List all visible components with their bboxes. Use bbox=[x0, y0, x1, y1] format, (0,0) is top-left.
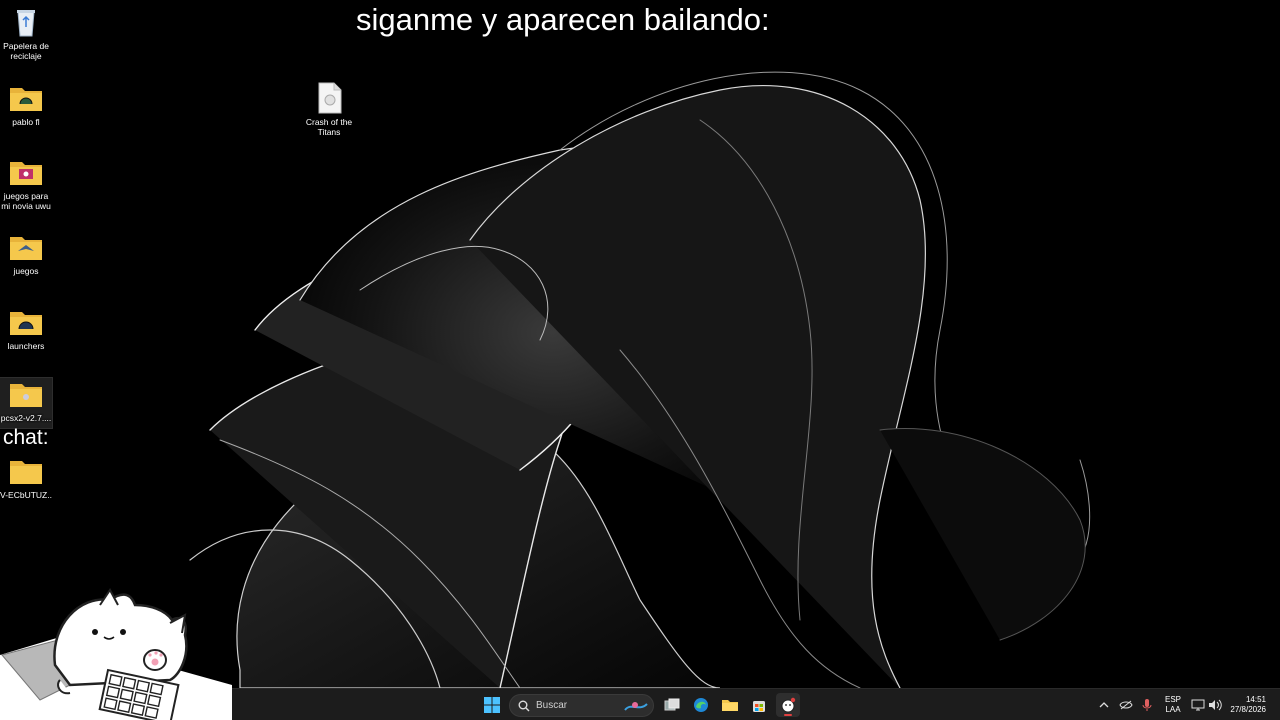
eye-off-icon bbox=[1119, 700, 1133, 710]
desktop-icon-label: juegos para mi novia uwu bbox=[1, 191, 51, 211]
show-hidden-icons-button[interactable] bbox=[1096, 693, 1112, 717]
bongo-app-icon bbox=[781, 697, 796, 713]
desktop-icon-pcsx2[interactable]: pcsx2-v2.7.... bbox=[0, 377, 53, 429]
task-view-button[interactable] bbox=[660, 693, 684, 717]
desktop-icon-pablo-fl[interactable]: pablo fl bbox=[0, 82, 52, 127]
keyboard-layout-code: LAA bbox=[1165, 705, 1181, 714]
store-button[interactable] bbox=[747, 693, 771, 717]
clock-time: 14:51 bbox=[1245, 695, 1266, 704]
bongo-cat-overlay bbox=[0, 588, 232, 720]
language-code: ESP bbox=[1164, 695, 1181, 704]
edge-icon bbox=[694, 698, 708, 712]
desktop-icon-label: juegos bbox=[13, 266, 39, 276]
desktop-icon-label: pcsx2-v2.7.... bbox=[0, 413, 52, 423]
file-explorer-button[interactable] bbox=[718, 693, 742, 717]
file-explorer-icon bbox=[722, 700, 738, 711]
file-icon bbox=[318, 82, 342, 114]
bongo-app-button[interactable] bbox=[776, 693, 800, 717]
desktop-icon-label: pablo fl bbox=[12, 117, 40, 127]
edge-button[interactable] bbox=[689, 693, 713, 717]
show-desktop-button[interactable] bbox=[1272, 689, 1280, 720]
desktop-icon-juegos-para-mi-novia[interactable]: juegos para mi novia uwu bbox=[0, 156, 52, 211]
input-language-indicator[interactable]: ESP LAA bbox=[1161, 695, 1185, 715]
store-icon bbox=[753, 701, 765, 712]
folder-icon bbox=[10, 237, 42, 260]
start-icon bbox=[484, 697, 500, 713]
folder-icon bbox=[10, 162, 42, 185]
microphone-button[interactable] bbox=[1139, 693, 1155, 717]
desktop-icon-label: launchers bbox=[7, 341, 45, 351]
stream-title-caption: siganme y aparecen bailando: bbox=[356, 2, 770, 37]
recycle-bin-icon bbox=[17, 10, 35, 37]
task-view-icon bbox=[664, 698, 680, 711]
folder-icon bbox=[10, 384, 42, 407]
desktop-icon-recycle-bin[interactable]: Papelera de reciclaje bbox=[0, 6, 52, 61]
folder-icon bbox=[10, 312, 42, 335]
desktop-icon-v-ecbutuz[interactable]: V-ECbUTUZ... bbox=[0, 455, 52, 500]
desktop-icon-juegos[interactable]: juegos bbox=[0, 231, 52, 276]
chat-caption: chat: bbox=[3, 426, 49, 449]
volume-icon bbox=[1209, 699, 1222, 711]
desktop-icon-label: V-ECbUTUZ... bbox=[0, 490, 52, 500]
volume-button[interactable] bbox=[1207, 693, 1223, 717]
running-indicator bbox=[784, 714, 792, 716]
folder-icon bbox=[10, 88, 42, 111]
clock[interactable]: 14:51 27/8/2026 bbox=[1226, 695, 1266, 715]
desktop-icon-launchers[interactable]: launchers bbox=[0, 306, 52, 351]
folder-icon bbox=[10, 461, 42, 484]
desktop-icon-label: Papelera de reciclaje bbox=[3, 41, 49, 61]
search-icon bbox=[518, 700, 530, 711]
microphone-icon bbox=[1142, 699, 1152, 711]
network-button[interactable] bbox=[1190, 693, 1206, 717]
chevron-up-icon bbox=[1099, 702, 1109, 708]
desktop-icon-label: Crash of the Titans bbox=[305, 117, 353, 137]
start-button[interactable] bbox=[480, 693, 504, 717]
taskbar-search-box[interactable]: Buscar bbox=[509, 694, 654, 717]
search-highlight-icon bbox=[624, 701, 648, 711]
clock-date: 27/8/2026 bbox=[1230, 705, 1266, 714]
search-placeholder: Buscar bbox=[536, 700, 568, 711]
desktop-icon-crash-of-the-titans[interactable]: Crash of the Titans bbox=[303, 82, 355, 137]
tray-app-button[interactable] bbox=[1117, 693, 1135, 717]
network-icon bbox=[1191, 699, 1205, 711]
